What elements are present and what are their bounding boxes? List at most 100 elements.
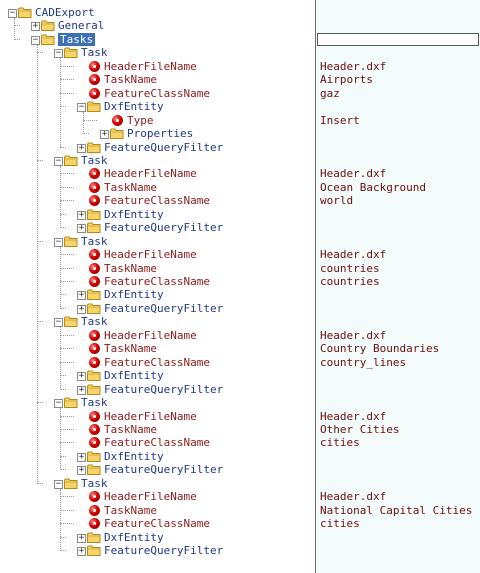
collapse-icon[interactable]: − bbox=[31, 35, 40, 45]
element-value[interactable]: Country Boundaries bbox=[320, 342, 439, 355]
node-name[interactable]: FeatureQueryFilter bbox=[104, 463, 223, 476]
element-name[interactable]: FeatureClassName bbox=[104, 194, 210, 207]
tree-node-task[interactable]: − Task bbox=[0, 235, 315, 248]
element-name[interactable]: TaskName bbox=[104, 504, 157, 517]
tree-node-featureclassname[interactable]: FeatureClassName bbox=[0, 436, 315, 449]
node-name[interactable]: Task bbox=[81, 235, 108, 248]
node-name[interactable]: Task bbox=[81, 315, 108, 328]
element-name[interactable]: TaskName bbox=[104, 423, 157, 436]
element-name[interactable]: TaskName bbox=[104, 262, 157, 275]
tree-node-featureclassname[interactable]: FeatureClassName bbox=[0, 275, 315, 288]
expand-icon[interactable]: + bbox=[31, 22, 40, 32]
element-name[interactable]: TaskName bbox=[104, 181, 157, 194]
element-name[interactable]: Type bbox=[127, 114, 154, 127]
node-name[interactable]: General bbox=[58, 19, 104, 32]
expand-icon[interactable]: + bbox=[77, 143, 86, 153]
collapse-icon[interactable]: − bbox=[8, 9, 17, 18]
element-name[interactable]: HeaderFileName bbox=[104, 60, 197, 73]
tree-node-task[interactable]: − Task bbox=[0, 477, 315, 490]
tree-node-task[interactable]: − Task bbox=[0, 315, 315, 328]
tree-node-headerfilename[interactable]: HeaderFileName bbox=[0, 167, 315, 180]
tree-node-cadexport[interactable]: − CADExport bbox=[0, 6, 315, 19]
element-name[interactable]: FeatureClassName bbox=[104, 87, 210, 100]
element-value[interactable]: cities bbox=[320, 517, 360, 530]
element-value[interactable]: country_lines bbox=[320, 356, 406, 369]
node-name[interactable]: Task bbox=[81, 46, 108, 59]
node-name[interactable]: Task bbox=[81, 477, 108, 490]
tree-node-headerfilename[interactable]: HeaderFileName bbox=[0, 248, 315, 261]
expand-icon[interactable]: + bbox=[77, 210, 86, 220]
element-name[interactable]: HeaderFileName bbox=[104, 410, 197, 423]
element-value[interactable]: Header.dxf bbox=[320, 329, 386, 342]
node-name[interactable]: DxfEntity bbox=[104, 208, 164, 221]
tree-node-featurequeryfilter[interactable]: + FeatureQueryFilter bbox=[0, 141, 315, 154]
tree-node-featurequeryfilter[interactable]: + FeatureQueryFilter bbox=[0, 463, 315, 476]
element-name[interactable]: TaskName bbox=[104, 73, 157, 86]
tree-node-taskname[interactable]: TaskName bbox=[0, 342, 315, 355]
tree-node-task[interactable]: − Task bbox=[0, 46, 315, 59]
element-name[interactable]: HeaderFileName bbox=[104, 248, 197, 261]
tree-node-dxfentity[interactable]: + DxfEntity bbox=[0, 288, 315, 301]
element-value[interactable]: Airports bbox=[320, 73, 373, 86]
tree-node-featureclassname[interactable]: FeatureClassName bbox=[0, 194, 315, 207]
tree-node-featurequeryfilter[interactable]: + FeatureQueryFilter bbox=[0, 383, 315, 396]
expand-icon[interactable]: + bbox=[77, 291, 86, 301]
node-name[interactable]: Properties bbox=[127, 127, 193, 140]
collapse-icon[interactable]: − bbox=[54, 156, 63, 166]
element-value[interactable]: Ocean Background bbox=[320, 181, 426, 194]
element-value[interactable]: countries bbox=[320, 262, 380, 275]
node-name[interactable]: Task bbox=[81, 154, 108, 167]
expand-icon[interactable]: + bbox=[77, 466, 86, 476]
tree-node-taskname[interactable]: TaskName bbox=[0, 73, 315, 86]
collapse-icon[interactable]: − bbox=[77, 103, 86, 113]
expand-icon[interactable]: + bbox=[100, 130, 109, 140]
collapse-icon[interactable]: − bbox=[54, 49, 63, 59]
node-name[interactable]: FeatureQueryFilter bbox=[104, 383, 223, 396]
node-name[interactable]: DxfEntity bbox=[104, 450, 164, 463]
expand-icon[interactable]: + bbox=[77, 224, 86, 234]
expand-icon[interactable]: + bbox=[77, 385, 86, 395]
element-name[interactable]: FeatureClassName bbox=[104, 275, 210, 288]
node-name[interactable]: DxfEntity bbox=[104, 288, 164, 301]
tree-node-headerfilename[interactable]: HeaderFileName bbox=[0, 60, 315, 73]
tree-node-featureclassname[interactable]: FeatureClassName bbox=[0, 87, 315, 100]
node-name[interactable]: DxfEntity bbox=[104, 100, 164, 113]
tree-node-headerfilename[interactable]: HeaderFileName bbox=[0, 329, 315, 342]
element-value[interactable]: gaz bbox=[320, 87, 340, 100]
element-name[interactable]: FeatureClassName bbox=[104, 436, 210, 449]
tree-node-dxfentity[interactable]: + DxfEntity bbox=[0, 450, 315, 463]
element-value[interactable]: cities bbox=[320, 436, 360, 449]
element-value[interactable]: Header.dxf bbox=[320, 410, 386, 423]
tree-node-taskname[interactable]: TaskName bbox=[0, 423, 315, 436]
expand-icon[interactable]: + bbox=[77, 547, 86, 556]
tree-node-task[interactable]: − Task bbox=[0, 154, 315, 167]
element-name[interactable]: HeaderFileName bbox=[104, 490, 197, 503]
tree-node-headerfilename[interactable]: HeaderFileName bbox=[0, 490, 315, 503]
node-name[interactable]: FeatureQueryFilter bbox=[104, 141, 223, 154]
element-name[interactable]: FeatureClassName bbox=[104, 356, 210, 369]
node-name[interactable]: DxfEntity bbox=[104, 369, 164, 382]
tree-node-taskname[interactable]: TaskName bbox=[0, 181, 315, 194]
element-name[interactable]: TaskName bbox=[104, 342, 157, 355]
node-name[interactable]: FeatureQueryFilter bbox=[104, 302, 223, 315]
tree-node-type[interactable]: Type bbox=[0, 114, 315, 127]
element-value[interactable]: Header.dxf bbox=[320, 248, 386, 261]
collapse-icon[interactable]: − bbox=[54, 399, 63, 409]
element-value[interactable]: Header.dxf bbox=[320, 167, 386, 180]
node-name[interactable]: FeatureQueryFilter bbox=[104, 544, 223, 557]
node-name[interactable]: DxfEntity bbox=[104, 531, 164, 544]
tree-pane[interactable]: − CADExport + General − Tasks − Task HeaderFileN… bbox=[0, 0, 315, 573]
element-value[interactable]: world bbox=[320, 194, 353, 207]
element-value[interactable]: Other Cities bbox=[320, 423, 399, 436]
tree-node-featureclassname[interactable]: FeatureClassName bbox=[0, 517, 315, 530]
tree-node-featurequeryfilter[interactable]: + FeatureQueryFilter bbox=[0, 302, 315, 315]
tree-node-properties[interactable]: + Properties bbox=[0, 127, 315, 140]
expand-icon[interactable]: + bbox=[77, 304, 86, 314]
tree-node-taskname[interactable]: TaskName bbox=[0, 504, 315, 517]
tree-node-dxfentity[interactable]: − DxfEntity bbox=[0, 100, 315, 113]
tree-node-taskname[interactable]: TaskName bbox=[0, 262, 315, 275]
node-name[interactable]: CADExport bbox=[35, 6, 95, 19]
node-name[interactable]: FeatureQueryFilter bbox=[104, 221, 223, 234]
element-value[interactable]: Header.dxf bbox=[320, 60, 386, 73]
element-name[interactable]: HeaderFileName bbox=[104, 167, 197, 180]
